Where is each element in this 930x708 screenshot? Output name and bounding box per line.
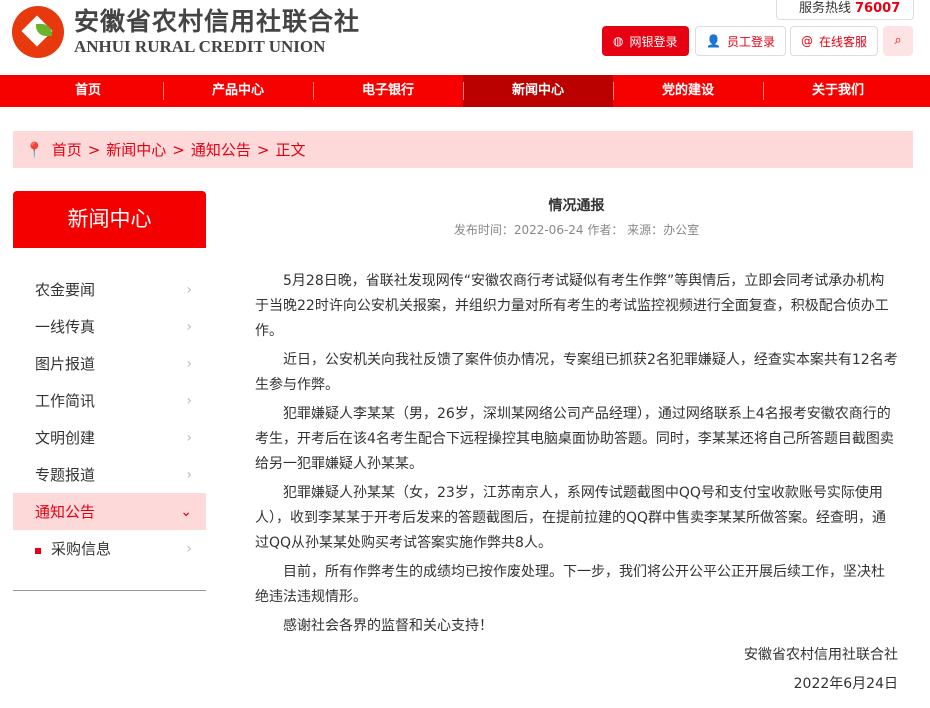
item-label: 图片报道: [35, 355, 96, 373]
breadcrumb: 📍 首页 > 新闻中心 > 通知公告 > 正文: [13, 131, 913, 168]
item-label: 工作简讯: [35, 392, 96, 410]
headset-icon: @: [801, 34, 813, 48]
nav-home[interactable]: 首页: [13, 75, 163, 107]
chevron-right-icon: ›: [186, 281, 192, 298]
article: 情况通报 发布时间：2022-06-24 作者： 来源：办公室 5月28日晚，省…: [255, 195, 898, 697]
logo-icon: [12, 6, 64, 58]
hotline: 服务热线 76007: [776, 0, 914, 20]
paragraph: 犯罪嫌疑人李某某（男，26岁，深圳某网络公司产品经理），通过网络联系上4名报考安…: [255, 406, 894, 472]
chevron-right-icon: ›: [186, 392, 192, 409]
location-pin-icon: 📍: [25, 140, 44, 159]
ebank-login-button[interactable]: ◍ 网银登录: [602, 26, 689, 56]
nav-ebank[interactable]: 电子银行: [313, 75, 463, 107]
item-label: 一线传真: [35, 318, 96, 336]
bullet-icon: [35, 548, 41, 554]
hotline-number: 76007: [855, 1, 901, 16]
sidebar-item[interactable]: 专题报道 ›: [13, 456, 206, 493]
signature: 安徽省农村信用社联合社: [744, 647, 898, 663]
sidebar-item[interactable]: 农金要闻 ›: [13, 271, 206, 308]
search-button[interactable]: ⌕: [883, 26, 913, 56]
chevron-right-icon: ›: [186, 466, 192, 483]
online-service-button[interactable]: @ 在线客服: [790, 26, 879, 56]
chevron-right-icon: ›: [186, 355, 192, 372]
logo-en: ANHUI RURAL CREDIT UNION: [74, 37, 326, 56]
nav-products[interactable]: 产品中心: [163, 75, 313, 107]
button-label: 在线客服: [819, 34, 868, 49]
main-nav: 首页 产品中心 电子银行 新闻中心 党的建设 关于我们: [0, 75, 930, 107]
paragraph: 近日，公安机关向我社反馈了案件侦办情况，专案组已抓获2名犯罪嫌疑人，经查实本案共…: [255, 352, 898, 393]
nav-news[interactable]: 新闻中心: [463, 75, 613, 107]
crumb-current: 正文: [275, 141, 306, 159]
button-label: 员工登录: [726, 34, 775, 49]
staff-login-button[interactable]: 👤 员工登录: [695, 26, 786, 56]
paragraph: 犯罪嫌疑人孙某某（女，23岁，江苏南京人，系网传试题截图中QQ号和支付宝收款账号…: [255, 485, 887, 551]
crumb-news[interactable]: 新闻中心: [106, 139, 166, 160]
nav-party[interactable]: 党的建设: [613, 75, 763, 107]
sidebar: 新闻中心 农金要闻 › 一线传真 › 图片报道 › 工作简讯 › 文明创建 › 专题报道 ›…: [13, 191, 206, 591]
bank-icon: ◍: [613, 34, 624, 48]
sidebar-item[interactable]: 图片报道 ›: [13, 345, 206, 382]
button-label: 网银登录: [629, 34, 678, 49]
item-label: 文明创建: [35, 429, 96, 447]
item-label: 农金要闻: [35, 281, 96, 299]
chevron-right-icon: ›: [186, 429, 192, 446]
crumb-sep: >: [172, 140, 185, 159]
crumb-sep: >: [87, 140, 101, 159]
article-title: 情况通报: [548, 198, 605, 214]
sidebar-item[interactable]: 文明创建 ›: [13, 419, 206, 456]
sidebar-item[interactable]: 一线传真 ›: [13, 308, 206, 345]
item-label: 专题报道: [35, 466, 96, 484]
chevron-right-icon: ›: [186, 540, 192, 557]
user-icon: 👤: [706, 34, 721, 48]
paragraph: 感谢社会各界的监督和关心支持！: [283, 618, 493, 634]
item-label: 通知公告: [35, 503, 96, 521]
sidebar-subitem[interactable]: 采购信息 ›: [13, 530, 206, 567]
date: 2022年6月24日: [793, 676, 898, 692]
logo[interactable]: 安徽省农村信用社联合社 ANHUI RURAL CREDIT UNION: [12, 6, 360, 58]
sidebar-item[interactable]: 工作简讯 ›: [13, 382, 206, 419]
sidebar-item-active[interactable]: 通知公告 ⌄: [13, 493, 206, 530]
crumb-home[interactable]: 首页: [52, 139, 82, 160]
item-label: 采购信息: [51, 540, 112, 558]
chevron-down-icon: ⌄: [180, 503, 192, 520]
nav-about[interactable]: 关于我们: [763, 75, 913, 107]
chevron-right-icon: ›: [186, 318, 192, 335]
logo-cn: 安徽省农村信用社联合社: [74, 7, 361, 36]
article-meta: 发布时间：2022-06-24 作者： 来源：办公室: [453, 223, 700, 237]
sidebar-title: 新闻中心: [13, 191, 206, 248]
crumb-notice[interactable]: 通知公告: [191, 139, 251, 160]
search-icon: ⌕: [894, 33, 902, 48]
hotline-label: 服务热线: [799, 1, 852, 16]
crumb-sep: >: [256, 140, 270, 159]
paragraph: 5月28日晚，省联社发现网传“安徽农商行考试疑似有考生作弊”等舆情后，立即会同考…: [255, 273, 889, 339]
paragraph: 目前，所有作弊考生的成绩均已按作废处理。下一步，我们将公开公平公正开展后续工作，…: [255, 564, 885, 605]
